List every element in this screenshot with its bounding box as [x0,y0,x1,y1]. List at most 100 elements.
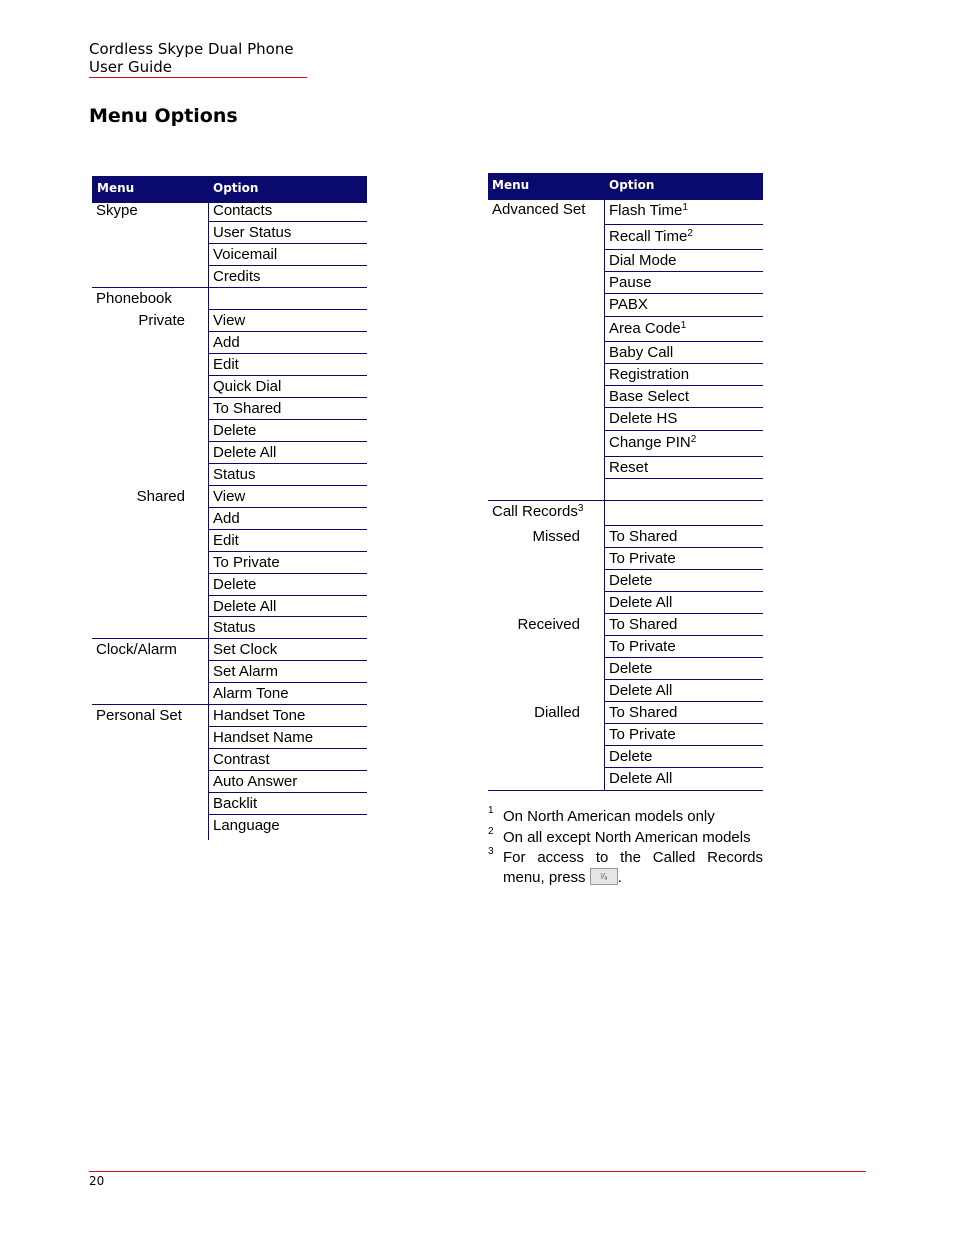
option-item: Dial Mode [609,252,677,270]
option-item: Baby Call [609,344,673,362]
option-item: Delete [213,576,256,594]
option-item: To Private [213,554,280,572]
row-rule [208,353,367,354]
row-rule [208,243,367,244]
option-text: User Status [213,224,292,241]
option-item: Add [213,334,240,352]
row-rule [604,271,763,272]
footnote-text-line1: For access to the Called Records [503,849,763,866]
option-item: PABX [609,296,648,314]
option-item: Area Code1 [609,320,686,338]
footer-rule [89,1171,866,1172]
row-rule [208,616,367,617]
option-item: Status [213,466,256,484]
option-item: Delete HS [609,410,677,428]
option-item: Delete All [609,770,672,788]
option-item: Contacts [213,202,272,220]
option-item: View [213,312,245,330]
option-item: To Private [609,550,676,568]
menu-label-text: Phonebook [96,290,172,307]
row-rule [604,767,763,768]
option-text: Contrast [213,751,270,768]
left-menu-table: Menu Option Skype Contacts User Status Voic… [92,176,367,840]
option-text: Delete [609,660,653,677]
footnote-number: 3 [488,846,494,857]
option-item: Set Alarm [213,663,278,681]
option-text: Reset [609,459,649,476]
footnote-ref: 2 [690,434,697,445]
option-text: Delete All [609,770,673,787]
option-item: User Status [213,224,291,242]
row-rule [208,726,367,727]
option-text: Backlit [213,795,258,812]
row-rule [604,569,763,570]
document-header: Cordless Skype Dual Phone User Guide [89,40,294,76]
row-rule [604,635,763,636]
row-rule [604,701,763,702]
option-text: Add [213,510,240,527]
row-rule [604,745,763,746]
header-doc-type: User Guide [89,58,173,76]
option-item: Handset Tone [213,707,305,725]
option-text: To Shared [609,528,678,545]
option-item: Handset Name [213,729,313,747]
row-rule [208,529,367,530]
option-item: Backlit [213,795,257,813]
footnote-text-continued: menu, press ⁷⁄₈. [503,867,622,888]
option-text: View [213,312,246,329]
submenu-label: Private [138,312,185,329]
menu-label: Personal Set [96,707,182,725]
row-rule [604,363,763,364]
option-text: Edit [213,356,239,373]
right-menu-table: Menu Option Advanced Set Flash Time1 Recal… [488,173,763,791]
page-title: Menu Options [89,105,238,127]
option-item: Delete All [609,682,672,700]
option-text: To Shared [609,704,678,721]
row-rule [604,547,763,548]
option-text: Status [213,466,256,483]
footnote-period: . [617,869,622,886]
option-text: To Private [609,550,676,567]
row-rule [604,224,763,225]
option-text: Delete [213,576,257,593]
option-item: Delete [609,660,652,678]
option-text: Delete HS [609,410,678,427]
option-item: Registration [609,366,689,384]
option-text: Edit [213,532,239,549]
menu-label: Skype [96,202,138,220]
row-rule [208,463,367,464]
footnote-text-line2: menu, press [503,869,586,886]
footnote-ref: 1 [680,320,687,331]
option-item: Set Clock [213,641,277,659]
row-rule [208,441,367,442]
menu-label-text: Call Records [492,503,578,520]
option-text: Voicemail [213,246,278,263]
option-text: To Shared [609,616,678,633]
option-item: Credits [213,268,261,286]
option-item: Flash Time1 [609,202,688,220]
option-item: Edit [213,356,239,374]
table-header: Menu Option [488,173,763,200]
submenu-label: Missed [532,528,580,545]
option-text: Quick Dial [213,378,282,395]
header-rule [89,77,307,78]
row-rule [604,341,763,342]
option-text: Delete All [213,598,277,615]
submenu-label: Dialled [534,704,580,721]
row-rule [208,397,367,398]
option-item: Change PIN2 [609,434,696,452]
option-item: Pause [609,274,652,292]
row-rule [604,407,763,408]
menu-label-text: Advanced Set [492,201,586,218]
option-item: Quick Dial [213,378,281,396]
row-rule [604,385,763,386]
option-text: Dial Mode [609,252,677,269]
option-item: To Shared [609,704,677,722]
option-item: Delete All [213,598,276,616]
header-option: Option [609,178,655,192]
footnote-text: On North American models only [503,808,715,825]
option-text: Delete [609,748,653,765]
footnote-number: 1 [488,805,494,816]
option-text: Delete [213,422,257,439]
option-text: Alarm Tone [213,685,289,702]
